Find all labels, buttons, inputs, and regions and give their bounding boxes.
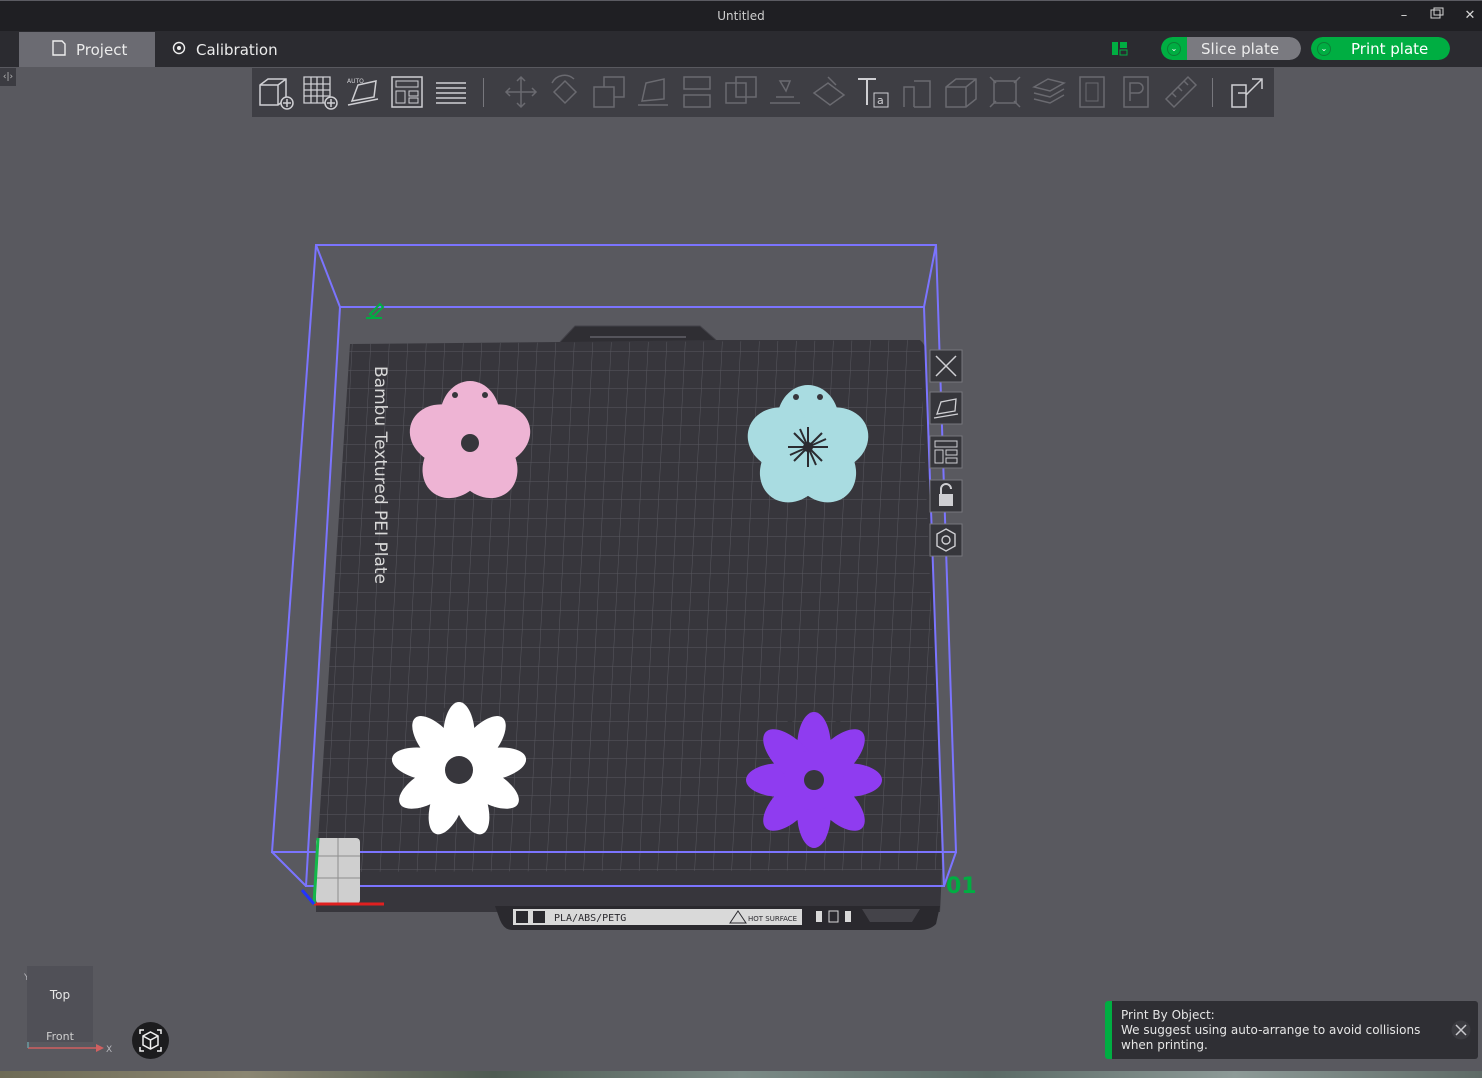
restore-icon[interactable] <box>1427 7 1447 25</box>
mesh-boolean-icon[interactable] <box>722 73 760 111</box>
notification-close-icon[interactable] <box>1451 1020 1471 1040</box>
sidebar-toggle-icon[interactable]: ‹|› <box>0 68 16 86</box>
plate-number: 01 <box>946 874 977 899</box>
tab-calibration[interactable]: Calibration <box>172 32 302 67</box>
tab-project-label: Project <box>76 40 128 59</box>
view-front-label: Front <box>46 1030 74 1042</box>
plate-material-label: PLA/ABS/PETG <box>554 913 626 924</box>
arrange-icon[interactable] <box>388 73 426 111</box>
fit-view-icon <box>139 1029 162 1052</box>
lay-on-face-icon[interactable] <box>634 73 672 111</box>
slice-plate-button[interactable]: Slice plate <box>1187 37 1302 60</box>
remove-plate-icon[interactable] <box>928 348 964 384</box>
plate-surface-label: HOT SURFACE <box>748 915 797 923</box>
move-icon[interactable] <box>502 73 540 111</box>
assembly-icon[interactable] <box>898 73 936 111</box>
x-axis-label: X <box>106 1045 112 1055</box>
layout-toggle-icon[interactable] <box>1111 40 1128 57</box>
3d-viewport[interactable]: PLA/ABS/PETG HOT SURFACE Bambu Textured … <box>0 0 1482 1078</box>
slice-plate-control: ⌄ Slice plate <box>1161 37 1302 60</box>
notification-toast: Print By Object: We suggest using auto-a… <box>1105 1001 1478 1059</box>
notification-title: Print By Object: <box>1121 1008 1215 1022</box>
window-title: Untitled <box>717 9 765 23</box>
lock-plate-icon[interactable] <box>928 478 964 514</box>
view-cube[interactable]: Top Front <box>27 966 93 1042</box>
svg-text:a: a <box>877 94 884 107</box>
seam-paint-icon[interactable] <box>810 73 848 111</box>
fit-view-button[interactable] <box>132 1022 169 1059</box>
measure-icon[interactable] <box>986 73 1024 111</box>
rotate-icon[interactable] <box>546 73 584 111</box>
view-top-label: Top <box>49 988 71 1002</box>
ruler-icon[interactable] <box>1162 73 1200 111</box>
add-plate-icon[interactable] <box>300 73 338 111</box>
main-tab-bar: Project Calibration ⌄ Slice plate ⌄ Prin… <box>0 31 1482 67</box>
tab-calibration-label: Calibration <box>196 40 278 59</box>
plate-name-label: Bambu Textured PEI Plate <box>370 366 390 584</box>
emboss-icon[interactable] <box>1074 73 1112 111</box>
project-icon <box>52 39 66 60</box>
cut-icon[interactable] <box>678 73 716 111</box>
add-object-icon[interactable] <box>256 73 294 111</box>
scale-icon[interactable] <box>590 73 628 111</box>
plate-auto-orient-icon[interactable] <box>928 390 964 426</box>
title-bar: Untitled – ✕ <box>0 0 1482 31</box>
svg-icon[interactable] <box>1118 73 1156 111</box>
variable-layer-icon[interactable] <box>942 73 980 111</box>
chevron-down-icon: ⌄ <box>1167 41 1181 56</box>
layers-icon[interactable] <box>1030 73 1068 111</box>
build-plate-scene[interactable]: PLA/ABS/PETG HOT SURFACE Bambu Textured … <box>0 0 1482 1078</box>
minimize-icon[interactable]: – <box>1394 7 1414 25</box>
plate-arrange-icon[interactable] <box>928 434 964 470</box>
assembly-view-icon[interactable] <box>1228 73 1266 111</box>
split-to-parts-icon[interactable] <box>432 73 470 111</box>
main-toolbar: AUTO a <box>252 68 1274 117</box>
close-window-icon[interactable]: ✕ <box>1460 7 1480 25</box>
text-icon[interactable]: a <box>854 73 892 111</box>
slice-options-dropdown[interactable]: ⌄ <box>1161 37 1187 60</box>
purple-flower-object <box>746 712 882 848</box>
calibration-icon <box>172 41 186 59</box>
notification-message: We suggest using auto-arrange to avoid c… <box>1121 1023 1421 1052</box>
chevron-down-icon: ⌄ <box>1317 41 1331 56</box>
print-plate-button[interactable]: Print plate <box>1337 37 1451 60</box>
auto-orient-icon[interactable]: AUTO <box>344 73 382 111</box>
desktop-background-strip <box>0 1071 1482 1078</box>
plate-settings-icon[interactable] <box>928 522 964 558</box>
tab-project[interactable]: Project <box>19 32 155 67</box>
print-plate-control: ⌄ Print plate <box>1311 37 1451 60</box>
print-options-dropdown[interactable]: ⌄ <box>1311 37 1337 60</box>
support-paint-icon[interactable] <box>766 73 804 111</box>
